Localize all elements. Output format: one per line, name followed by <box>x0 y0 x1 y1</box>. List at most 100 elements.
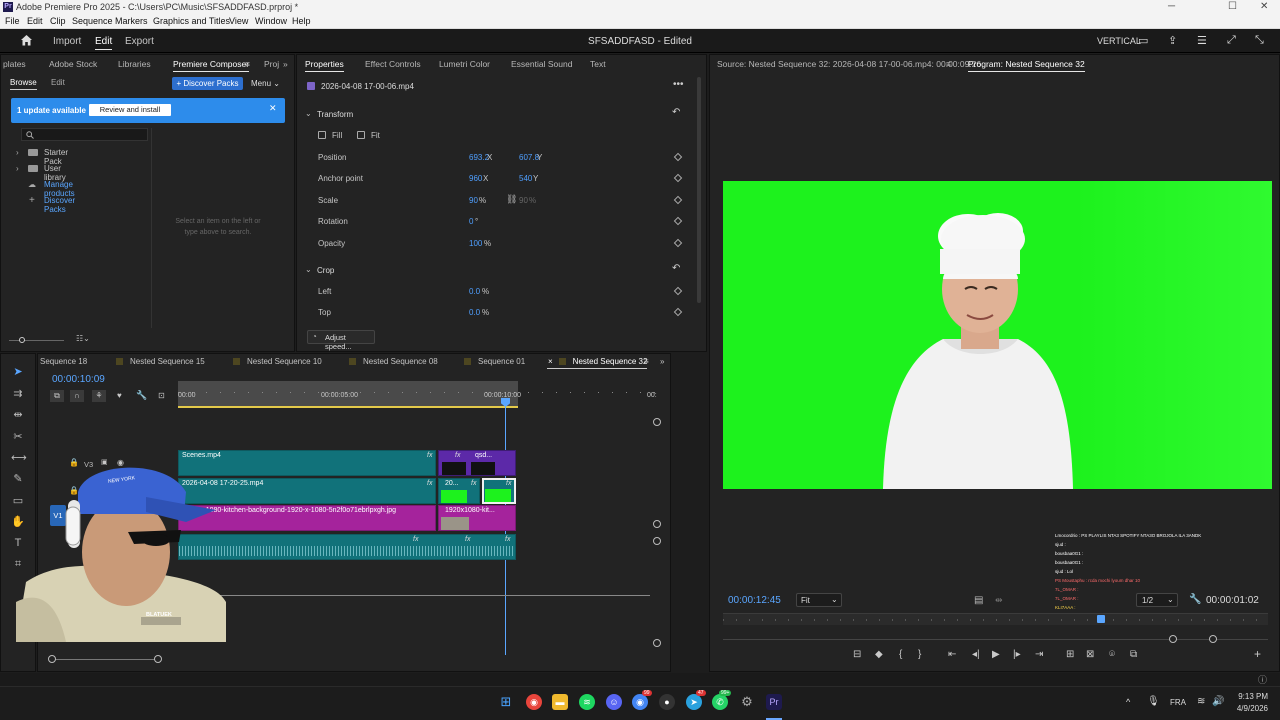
windows-start-icon[interactable]: ⊞ <box>498 694 514 710</box>
extract-icon[interactable]: ⊠ <box>1086 649 1094 660</box>
go-to-in-icon[interactable]: ⇤ <box>948 649 956 660</box>
crop-top-value[interactable]: 0.0 <box>469 308 480 317</box>
chrome-profile-icon[interactable]: ◉ <box>632 694 648 710</box>
composer-menu[interactable]: Menu ⌄ <box>251 79 280 88</box>
layout-mode[interactable]: VERTICAL <box>1097 36 1141 46</box>
obs-icon[interactable]: ● <box>659 694 675 710</box>
adjust-speed-button[interactable]: ◔ Adjust speed... <box>307 330 375 351</box>
zoom-slider-thumb[interactable] <box>19 337 25 343</box>
keyframe-icon[interactable] <box>673 173 683 183</box>
clip-qsd[interactable]: fx qsd... <box>438 450 516 476</box>
tray-chevron-icon[interactable]: ^ <box>1126 697 1130 707</box>
tab-essential-sound[interactable]: Essential Sound <box>511 59 572 69</box>
zoom-handle-right[interactable] <box>1209 635 1217 643</box>
link-icon[interactable]: ⛓ <box>506 194 517 205</box>
menu-help[interactable]: Help <box>292 16 311 26</box>
export-frame-icon[interactable]: ⊟ <box>853 649 861 660</box>
monitor-zoom-bar[interactable] <box>723 639 1268 640</box>
chevron-down-icon[interactable]: ⌄ <box>305 109 312 118</box>
tab-menu-icon[interactable]: ≡ <box>644 357 649 366</box>
fit-dropdown[interactable]: Fit ⌄ <box>796 593 842 607</box>
tab-menu-icon[interactable]: ≡ <box>946 59 951 69</box>
clip-v2-selected[interactable]: fx <box>482 478 516 504</box>
mark-out-icon[interactable]: } <box>918 649 921 660</box>
drag-video-icon[interactable]: ⇹ <box>995 595 1003 606</box>
a-scroll-top[interactable] <box>653 537 661 545</box>
language-indicator[interactable]: FRA <box>1170 698 1186 707</box>
tab-libraries[interactable]: Libraries <box>118 59 151 69</box>
go-to-out-icon[interactable]: ⇥ <box>1035 649 1043 660</box>
tab-source[interactable]: Source: Nested Sequence 32: 2026-04-08 1… <box>717 59 981 69</box>
sequence-tab[interactable]: Nested Sequence 10 <box>233 357 322 366</box>
premiere-taskbar-icon[interactable]: Pr <box>766 694 782 710</box>
anchor-x[interactable]: 960 <box>469 174 482 183</box>
sequence-tab[interactable]: Sequence 18 <box>40 357 87 366</box>
menu-lines-icon[interactable]: ☰ <box>1197 34 1207 47</box>
more-icon[interactable]: ••• <box>673 79 684 90</box>
reset-icon[interactable]: ↶ <box>672 263 680 274</box>
minimize-icon[interactable]: ─ <box>1168 1 1175 12</box>
video-frame[interactable] <box>723 181 1272 489</box>
zoom-handle-left[interactable] <box>1169 635 1177 643</box>
chevron-down-icon[interactable]: ⌄ <box>305 265 312 274</box>
workspace-icon[interactable]: ▭ <box>1138 34 1148 47</box>
tab-lumetri-color[interactable]: Lumetri Color <box>439 59 490 69</box>
timeline-timecode[interactable]: 00:00:10:09 <box>52 374 105 385</box>
playhead-timecode[interactable]: 00:00:12:45 <box>728 595 781 606</box>
settings-gear-icon[interactable]: ⚙ <box>739 694 755 710</box>
maximize-icon[interactable]: ☐ <box>1228 1 1237 12</box>
keyframe-icon[interactable] <box>673 238 683 248</box>
sequence-tab-active[interactable]: × Nested Sequence 32 <box>548 357 647 366</box>
keyframe-icon[interactable] <box>673 195 683 205</box>
linked-select-icon[interactable]: ⚘ <box>92 390 106 402</box>
volume-icon[interactable]: 🔊 <box>1212 696 1224 707</box>
tab-premiere-composer[interactable]: Premiere Composer <box>173 59 250 72</box>
sequence-tab[interactable]: Sequence 01 <box>464 357 525 366</box>
ripple-edit-icon[interactable]: ⇹ <box>11 408 25 422</box>
monitor-scrubber[interactable] <box>723 613 1268 625</box>
spotify-icon[interactable]: ≋ <box>579 694 595 710</box>
add-button-icon[interactable]: + <box>1254 647 1261 661</box>
a-scroll-bottom[interactable] <box>653 639 661 647</box>
rotation-value[interactable]: 0 <box>469 217 473 226</box>
tab-adobe-stock[interactable]: Adobe Stock <box>49 59 97 69</box>
clip-v2-short[interactable]: 20... fx <box>438 478 480 504</box>
list-view-icon[interactable]: ☷⌄ <box>76 334 90 343</box>
subtab-browse[interactable]: Browse <box>10 78 37 87</box>
keyframe-icon[interactable] <box>673 307 683 317</box>
tab-effect-controls[interactable]: Effect Controls <box>365 59 421 69</box>
zoom-handle-left[interactable] <box>48 655 56 663</box>
close-banner-icon[interactable]: ✕ <box>269 103 277 114</box>
tab-program[interactable]: Program: Nested Sequence 32 <box>968 59 1085 72</box>
settings-panel-icon[interactable]: ▤ <box>974 595 983 606</box>
discord-icon[interactable]: ☺ <box>606 694 622 710</box>
timeline-settings-icon[interactable]: 🔧 <box>136 390 147 401</box>
razor-tool-icon[interactable]: ✂ <box>11 430 25 444</box>
close-icon[interactable]: ✕ <box>1260 1 1268 12</box>
share-icon[interactable]: ⇪ <box>1168 34 1177 47</box>
zoom-handle-right[interactable] <box>154 655 162 663</box>
discover-packs-button[interactable]: + Discover Packs <box>172 77 243 90</box>
menu-markers[interactable]: Markers <box>115 16 148 26</box>
sequence-tab[interactable]: Nested Sequence 08 <box>349 357 438 366</box>
work-area-range[interactable] <box>178 406 518 408</box>
microphone-icon[interactable]: 🎙 <box>1147 696 1160 707</box>
step-forward-icon[interactable]: |▸ <box>1013 649 1021 660</box>
wrench-icon[interactable]: 🔧 <box>1189 594 1201 605</box>
sequence-tab[interactable]: Nested Sequence 15 <box>116 357 205 366</box>
subtab-edit[interactable]: Edit <box>51 78 65 87</box>
fit-checkbox[interactable] <box>357 131 365 139</box>
step-back-icon[interactable]: ◂| <box>972 649 980 660</box>
menu-window[interactable]: Window <box>255 16 287 26</box>
wifi-icon[interactable]: ≋ <box>1197 696 1205 707</box>
telegram-icon[interactable]: ➤ <box>686 694 702 710</box>
menu-file[interactable]: File <box>5 16 20 26</box>
review-install-button[interactable]: Review and install <box>89 104 171 116</box>
crop-left-value[interactable]: 0.0 <box>469 287 480 296</box>
chrome-icon[interactable]: ◉ <box>526 694 542 710</box>
v-scroll-top[interactable] <box>653 418 661 426</box>
menu-sequence[interactable]: Sequence <box>72 16 113 26</box>
tabs-overflow-icon[interactable]: » <box>660 357 664 366</box>
file-explorer-icon[interactable]: ▬ <box>552 694 568 710</box>
expand-icon[interactable]: ⤡ <box>1255 34 1264 47</box>
